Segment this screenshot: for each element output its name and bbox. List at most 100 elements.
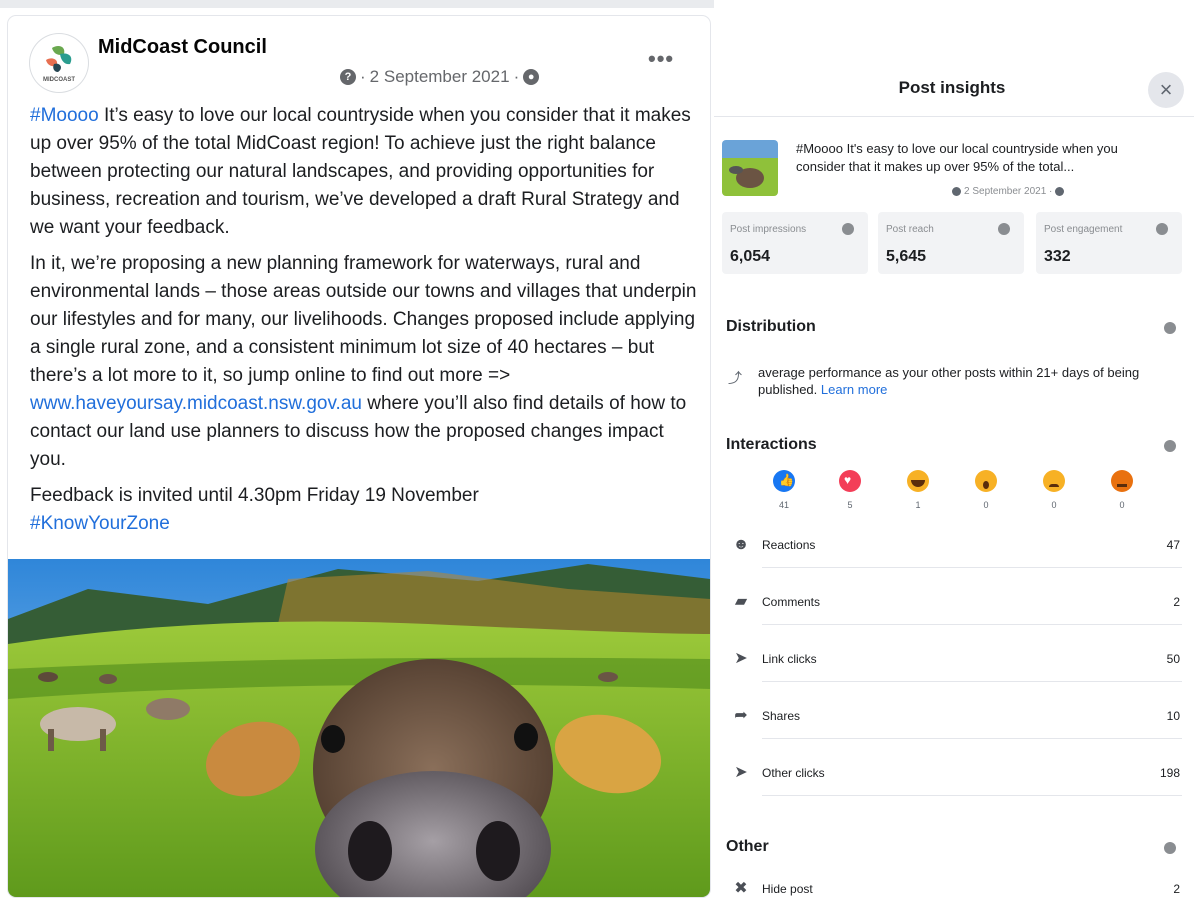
sad-icon <box>1043 470 1065 492</box>
metric-value: 2 <box>1173 882 1180 896</box>
info-icon[interactable] <box>1164 440 1176 452</box>
reaction-wow: 0 <box>966 470 1006 510</box>
midcoast-logo-icon: MIDCOAST <box>43 46 75 83</box>
divider <box>762 681 1182 682</box>
stat-label: Post impressions <box>730 224 807 235</box>
reaction-like: 👍 41 <box>764 470 804 510</box>
smiley-icon: ☻ <box>732 536 750 553</box>
love-icon: ♥ <box>839 470 861 492</box>
stat-value: 5,645 <box>886 248 927 265</box>
hashtag-link[interactable]: #KnowYourZone <box>30 513 170 534</box>
metric-label: Link clicks <box>762 652 817 666</box>
reaction-count: 1 <box>915 500 921 510</box>
post-text: It’s easy to love our local countryside … <box>30 105 691 238</box>
avatar-caption: MIDCOAST <box>43 77 75 83</box>
thumbnail-image <box>722 140 778 196</box>
post-meta: ? · 2 September 2021 · ● <box>340 67 540 87</box>
facebook-post: MIDCOAST MidCoast Council ? · 2 Septembe… <box>8 16 710 897</box>
more-options-button[interactable]: ••• <box>648 46 674 72</box>
divider <box>762 624 1182 625</box>
info-icon[interactable] <box>1164 842 1176 854</box>
stat-post-reach: Post reach 5,645 <box>878 212 1024 274</box>
post-preview-meta: 2 September 2021 · <box>952 186 1065 197</box>
interactions-title: Interactions <box>726 436 817 453</box>
hide-icon: ✖ <box>734 880 748 897</box>
stat-value: 6,054 <box>730 248 771 265</box>
stat-post-impressions: Post impressions 6,054 <box>722 212 868 274</box>
metric-reactions[interactable]: ☻ Reactions 47 <box>726 528 1182 568</box>
reaction-count: 5 <box>847 500 853 510</box>
metric-shares[interactable]: ➦ Shares 10 <box>726 699 1182 739</box>
insights-title: Post insights <box>898 78 1006 97</box>
metric-value: 50 <box>1166 652 1180 666</box>
post-paragraph: In it, we’re proposing a new planning fr… <box>30 250 698 474</box>
other-title: Other <box>726 838 769 855</box>
trend-icon: ⤴ <box>728 370 742 386</box>
post-body: #Moooo It’s easy to love our local count… <box>30 102 698 546</box>
info-icon[interactable]: ? <box>340 69 356 85</box>
reaction-angry: 0 <box>1102 470 1142 510</box>
reaction-count: 0 <box>1051 500 1057 510</box>
metric-link-clicks[interactable]: ➤ Link clicks 50 <box>726 642 1182 682</box>
metric-label: Comments <box>762 595 821 609</box>
wow-icon <box>975 470 997 492</box>
post-image-cow[interactable] <box>8 559 710 897</box>
metric-value: 10 <box>1166 709 1180 723</box>
globe-icon <box>1055 187 1065 196</box>
page-name[interactable]: MidCoast Council <box>98 36 267 59</box>
stat-label: Post engagement <box>1044 224 1123 235</box>
top-strip <box>0 0 715 8</box>
globe-icon: ● <box>523 69 540 85</box>
angry-icon <box>1111 470 1133 492</box>
insights-header: Post insights × <box>714 56 1194 117</box>
cursor-icon: ➤ <box>734 764 748 781</box>
metric-label: Other clicks <box>762 766 825 780</box>
metric-label: Shares <box>762 709 801 723</box>
post-text: In it, we’re proposing a new planning fr… <box>30 253 697 386</box>
metric-hide-post[interactable]: ✖ Hide post 2 <box>726 872 1182 912</box>
metric-label: Hide post <box>762 882 813 896</box>
post-thumbnail[interactable] <box>722 140 778 196</box>
distribution-description: average performance as your other posts … <box>758 365 1140 397</box>
reaction-count: 41 <box>778 500 789 510</box>
metric-value: 2 <box>1173 595 1180 609</box>
info-icon[interactable] <box>1156 223 1168 235</box>
post-date[interactable]: 2 September 2021 <box>370 67 510 87</box>
website-link[interactable]: www.haveyoursay.midcoast.nsw.gov.au <box>30 393 362 414</box>
avatar[interactable]: MIDCOAST <box>30 34 88 92</box>
comment-icon: ▰ <box>734 593 748 610</box>
cursor-icon: ➤ <box>734 650 748 667</box>
like-icon: 👍 <box>773 470 795 492</box>
reaction-count: 0 <box>983 500 989 510</box>
share-icon: ➦ <box>734 707 748 724</box>
divider <box>762 795 1182 796</box>
reaction-love: ♥ 5 <box>830 470 870 510</box>
hashtag-link[interactable]: #Moooo <box>30 105 99 126</box>
stat-label: Post reach <box>886 224 934 235</box>
learn-more-link[interactable]: Learn more <box>821 382 887 397</box>
post-paragraph: Feedback is invited until 4.30pm Friday … <box>30 482 698 538</box>
info-icon[interactable] <box>842 223 854 235</box>
reaction-haha: 1 <box>898 470 938 510</box>
post-preview-date: 2 September 2021 · <box>964 186 1053 197</box>
metric-label: Reactions <box>762 538 816 552</box>
metric-value: 47 <box>1166 538 1180 552</box>
distribution-title: Distribution <box>726 318 816 335</box>
close-button[interactable]: × <box>1148 72 1184 108</box>
post-preview-text: #Moooo It's easy to love our local count… <box>796 141 1118 174</box>
distribution-text: average performance as your other posts … <box>758 364 1178 398</box>
divider <box>762 738 1182 739</box>
haha-icon <box>907 470 929 492</box>
reaction-sad: 0 <box>1034 470 1074 510</box>
reaction-count: 0 <box>1119 500 1125 510</box>
info-icon <box>952 187 961 196</box>
metric-comments[interactable]: ▰ Comments 2 <box>726 585 1182 625</box>
stat-post-engagement: Post engagement 332 <box>1036 212 1182 274</box>
metric-other-clicks[interactable]: ➤ Other clicks 198 <box>726 756 1182 796</box>
post-text: Feedback is invited until 4.30pm Friday … <box>30 485 479 506</box>
metric-value: 198 <box>1159 766 1180 780</box>
stat-value: 332 <box>1044 248 1071 265</box>
info-icon[interactable] <box>1164 322 1176 334</box>
post-insights-panel: Post insights × #Moooo It's easy to love… <box>714 0 1194 897</box>
info-icon[interactable] <box>998 223 1010 235</box>
